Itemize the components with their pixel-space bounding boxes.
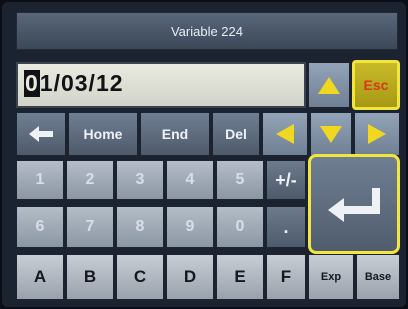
- digit-0-button[interactable]: 0: [216, 206, 264, 248]
- hex-f-button[interactable]: F: [266, 254, 306, 300]
- base-button[interactable]: Base: [356, 254, 400, 300]
- window-title: Variable 224: [16, 12, 398, 50]
- end-button[interactable]: End: [140, 112, 210, 156]
- value-entry-field[interactable]: 0 1/03/12: [16, 62, 306, 108]
- decimal-point-button[interactable]: .: [266, 206, 306, 248]
- digit-5-button[interactable]: 5: [216, 160, 264, 200]
- digit-7-button[interactable]: 7: [66, 206, 114, 248]
- left-arrow-button[interactable]: [262, 112, 308, 156]
- digit-6-button[interactable]: 6: [16, 206, 64, 248]
- digit-3-button[interactable]: 3: [116, 160, 164, 200]
- arrow-down-icon: [320, 126, 342, 143]
- arrow-right-icon: [368, 124, 386, 144]
- calculator-screen: Variable 224 0 1/03/12 Esc Home End Del 1…: [2, 2, 406, 307]
- hex-b-button[interactable]: B: [66, 254, 114, 300]
- text-cursor: 0: [24, 70, 40, 97]
- digit-4-button[interactable]: 4: [166, 160, 214, 200]
- entry-value: 1/03/12: [39, 70, 124, 96]
- enter-button[interactable]: [308, 154, 400, 254]
- plus-minus-button[interactable]: +/-: [266, 160, 306, 200]
- right-arrow-button[interactable]: [354, 112, 400, 156]
- digit-2-button[interactable]: 2: [66, 160, 114, 200]
- digit-1-button[interactable]: 1: [16, 160, 64, 200]
- exp-button[interactable]: Exp: [308, 254, 354, 300]
- down-arrow-button[interactable]: [310, 112, 352, 156]
- arrow-up-icon: [318, 77, 340, 94]
- up-arrow-button[interactable]: [308, 62, 350, 108]
- backspace-arrow-icon: [29, 126, 53, 142]
- backspace-button[interactable]: [16, 112, 66, 156]
- hex-c-button[interactable]: C: [116, 254, 164, 300]
- hex-e-button[interactable]: E: [216, 254, 264, 300]
- digit-9-button[interactable]: 9: [166, 206, 214, 248]
- arrow-left-icon: [276, 124, 294, 144]
- hex-a-button[interactable]: A: [16, 254, 64, 300]
- esc-button[interactable]: Esc: [352, 60, 400, 110]
- hex-d-button[interactable]: D: [166, 254, 214, 300]
- home-button[interactable]: Home: [68, 112, 138, 156]
- entry-text: 0 1/03/12: [24, 70, 124, 97]
- digit-8-button[interactable]: 8: [116, 206, 164, 248]
- delete-button[interactable]: Del: [212, 112, 260, 156]
- enter-return-icon: [328, 188, 380, 222]
